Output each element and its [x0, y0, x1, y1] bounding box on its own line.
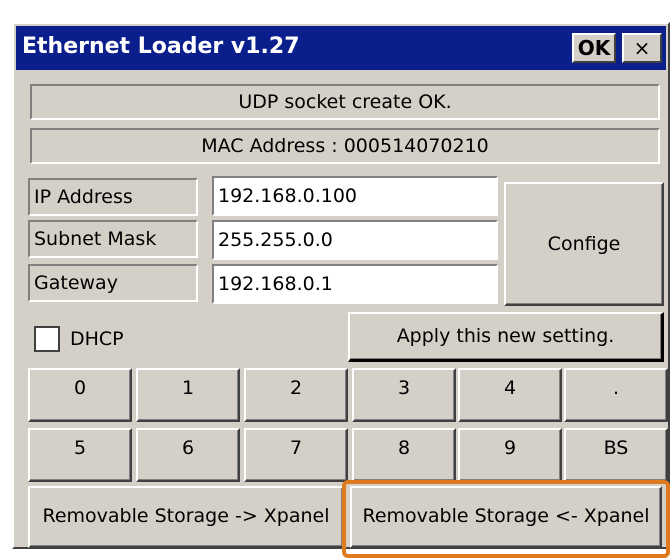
key-7[interactable]: 7 [244, 428, 348, 482]
config-button[interactable]: Confige [504, 182, 664, 306]
key-4[interactable]: 4 [458, 368, 562, 422]
title-bar[interactable]: Ethernet Loader v1.27 OK × [16, 26, 666, 70]
key-backspace[interactable]: BS [564, 428, 668, 482]
key-0[interactable]: 0 [28, 368, 132, 422]
key-1[interactable]: 1 [136, 368, 240, 422]
close-button[interactable]: × [622, 33, 662, 63]
status-message: UDP socket create OK. [30, 84, 660, 120]
key-6[interactable]: 6 [136, 428, 240, 482]
subnet-mask-label: Subnet Mask [28, 220, 198, 258]
ip-address-input[interactable]: 192.168.0.100 [212, 176, 498, 216]
storage-to-xpanel-button[interactable]: Removable Storage -> Xpanel [28, 486, 344, 548]
key-2[interactable]: 2 [244, 368, 348, 422]
key-5[interactable]: 5 [28, 428, 132, 482]
ok-button[interactable]: OK [572, 33, 616, 63]
dhcp-checkbox[interactable] [34, 326, 60, 352]
key-8[interactable]: 8 [352, 428, 456, 482]
mac-address: MAC Address : 000514070210 [30, 128, 660, 164]
dhcp-label: DHCP [70, 328, 124, 350]
storage-from-xpanel-button[interactable]: Removable Storage <- Xpanel [350, 486, 662, 548]
gateway-label: Gateway [28, 264, 198, 302]
window-title: Ethernet Loader v1.27 [22, 34, 300, 59]
ip-address-label: IP Address [28, 178, 198, 216]
key-3[interactable]: 3 [352, 368, 456, 422]
ethernet-loader-window: Ethernet Loader v1.27 OK × UDP socket cr… [12, 22, 670, 558]
gateway-input[interactable]: 192.168.0.1 [212, 264, 498, 304]
key-9[interactable]: 9 [458, 428, 562, 482]
subnet-mask-input[interactable]: 255.255.0.0 [212, 220, 498, 260]
apply-setting-button[interactable]: Apply this new setting. [348, 312, 664, 362]
key-dot[interactable]: . [564, 368, 668, 422]
